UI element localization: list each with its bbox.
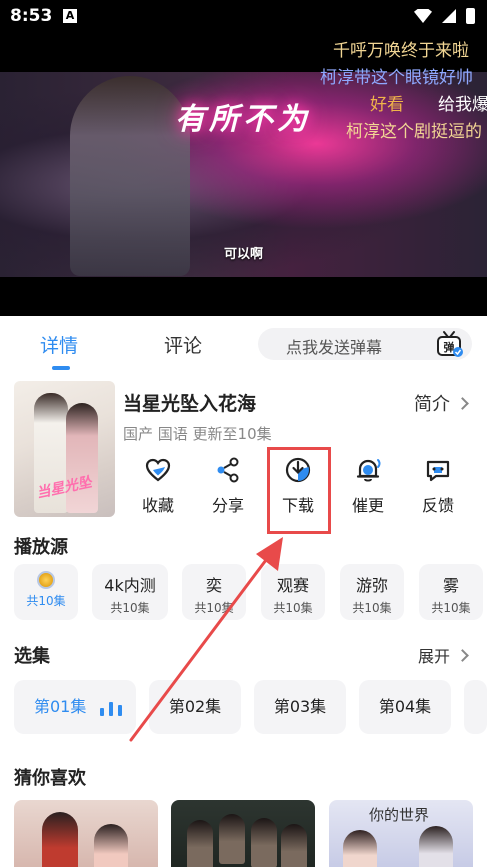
chevron-right-icon bbox=[456, 396, 469, 410]
episode-label: 第01集 bbox=[34, 697, 87, 716]
card-figure bbox=[42, 812, 78, 867]
episode-label: 第04集 bbox=[378, 697, 432, 716]
episode-list: 第01集 第02集 第03集 第04集 bbox=[14, 680, 487, 734]
recommend-card[interactable] bbox=[14, 800, 158, 867]
show-meta: 国产 国语 更新至10集 bbox=[123, 425, 272, 443]
card-figure bbox=[94, 824, 128, 867]
recommend-card[interactable] bbox=[171, 800, 315, 867]
expand-episodes-button[interactable]: 展开 bbox=[417, 643, 469, 667]
episode-item[interactable]: 第02集 bbox=[149, 680, 241, 734]
feedback-icon bbox=[426, 460, 450, 482]
card-figure bbox=[251, 818, 277, 867]
source-count: 共10集 bbox=[273, 601, 313, 615]
source-item[interactable]: 观赛 共10集 bbox=[261, 564, 325, 620]
card-figure bbox=[281, 824, 307, 867]
source-name: 观赛 bbox=[276, 576, 309, 595]
card-figure bbox=[419, 826, 453, 867]
download-highlight-box bbox=[267, 447, 331, 534]
danmaku-comment: 柯淳这个剧挺逗的 bbox=[346, 117, 482, 142]
card-figure bbox=[187, 820, 213, 867]
video-player[interactable]: 8:53 A 有所不为 千呼万唤终于来啦 柯淳带这个眼镜好帅 好看 给我爆 柯淳… bbox=[0, 0, 487, 316]
source-name: 4k内测 bbox=[104, 576, 156, 595]
source-item[interactable]: 4k内测 共10集 bbox=[92, 564, 168, 620]
episode-item[interactable]: 第01集 bbox=[14, 680, 136, 734]
danmaku-comment: 好看 bbox=[370, 90, 404, 115]
episodes-section-title: 选集 bbox=[14, 646, 50, 667]
card-title: 你的世界 bbox=[369, 806, 430, 824]
show-poster[interactable]: 当星光坠 bbox=[14, 381, 115, 517]
detail-tab-bar: 详情 评论 点我发送弹幕 弹 bbox=[0, 316, 487, 372]
danmaku-icon-label: 弹 bbox=[444, 340, 455, 354]
episode-label: 第02集 bbox=[168, 697, 222, 716]
danmaku-comment: 柯淳带这个眼镜好帅 bbox=[320, 63, 473, 88]
source-name: 雾 bbox=[442, 576, 459, 595]
feedback-label: 反馈 bbox=[421, 496, 454, 515]
share-icon bbox=[217, 457, 239, 483]
danmaku-text: 给我爆 bbox=[438, 95, 487, 115]
source-count: 共10集 bbox=[352, 601, 392, 615]
heart-icon bbox=[145, 458, 171, 482]
source-name: 游弥 bbox=[355, 576, 388, 595]
danmaku-text: 柯淳带这个眼镜好帅 bbox=[320, 68, 473, 88]
favorite-label: 收藏 bbox=[141, 496, 174, 515]
status-time: 8:53 bbox=[10, 6, 53, 26]
chevron-right-icon bbox=[456, 648, 469, 662]
danmaku-comment: 千呼万唤终于来啦 bbox=[333, 36, 469, 61]
urge-update-label: 催更 bbox=[351, 496, 384, 515]
recommend-list: 你的世界 bbox=[14, 800, 487, 867]
signal-icon bbox=[442, 9, 456, 23]
source-count: 共10集 bbox=[194, 601, 234, 615]
favorite-button[interactable]: 收藏 bbox=[122, 456, 194, 520]
source-item[interactable]: 游弥 共10集 bbox=[340, 564, 404, 620]
episode-item[interactable]: 第04集 bbox=[359, 680, 451, 734]
danmaku-input[interactable]: 点我发送弹幕 弹 bbox=[258, 328, 472, 360]
source-count: 共10集 bbox=[110, 601, 150, 615]
episode-label: 第03集 bbox=[273, 697, 327, 716]
tab-comment[interactable]: 评论 bbox=[164, 331, 202, 358]
feedback-button[interactable]: 反馈 bbox=[402, 456, 474, 520]
episode-item[interactable]: 第03集 bbox=[254, 680, 346, 734]
status-bar: 8:53 A bbox=[0, 0, 487, 34]
source-list: 共10集 4k内测 共10集 奕 共10集 观赛 共10集 游弥 共10集 雾 … bbox=[14, 564, 487, 620]
card-figure bbox=[343, 830, 377, 867]
danmaku-comment: 给我爆 bbox=[438, 90, 487, 115]
notification-icon: A bbox=[63, 9, 77, 23]
wifi-icon bbox=[414, 9, 432, 23]
source-count: 共10集 bbox=[26, 594, 66, 608]
recommend-section-title: 猜你喜欢 bbox=[14, 768, 86, 789]
urge-update-button[interactable]: 催更 bbox=[332, 456, 404, 520]
danmaku-text: 千呼万唤终于来啦 bbox=[333, 41, 469, 61]
sources-section-title: 播放源 bbox=[14, 537, 68, 558]
source-count: 共10集 bbox=[431, 601, 471, 615]
tab-detail[interactable]: 详情 bbox=[40, 331, 78, 358]
poster-figure bbox=[66, 403, 98, 513]
intro-label: 简介 bbox=[414, 394, 450, 415]
expand-label: 展开 bbox=[417, 647, 450, 666]
playing-icon bbox=[100, 700, 122, 716]
danmaku-input-placeholder: 点我发送弹幕 bbox=[286, 338, 383, 357]
recommend-card[interactable]: 你的世界 bbox=[329, 800, 473, 867]
source-item[interactable]: 奕 共10集 bbox=[182, 564, 246, 620]
danmaku-text: 柯淳这个剧挺逗的 bbox=[346, 122, 482, 142]
source-item[interactable]: 共10集 bbox=[14, 564, 78, 620]
battery-icon bbox=[466, 8, 475, 24]
episode-item[interactable] bbox=[464, 680, 487, 734]
medal-icon bbox=[37, 571, 55, 589]
danmaku-text: 好看 bbox=[370, 95, 404, 115]
card-figure bbox=[219, 814, 245, 864]
tab-active-indicator bbox=[52, 366, 70, 370]
source-name: 奕 bbox=[205, 576, 222, 595]
video-subtitle: 可以啊 bbox=[223, 247, 263, 262]
share-button[interactable]: 分享 bbox=[192, 456, 264, 520]
source-item[interactable]: 雾 共10集 bbox=[419, 564, 483, 620]
tv-danmaku-icon[interactable]: 弹 bbox=[436, 330, 464, 358]
share-label: 分享 bbox=[211, 496, 244, 515]
status-icons bbox=[414, 8, 475, 24]
intro-link[interactable]: 简介 bbox=[414, 390, 469, 416]
show-title: 当星光坠入花海 bbox=[123, 393, 257, 415]
bell-icon bbox=[356, 459, 381, 482]
